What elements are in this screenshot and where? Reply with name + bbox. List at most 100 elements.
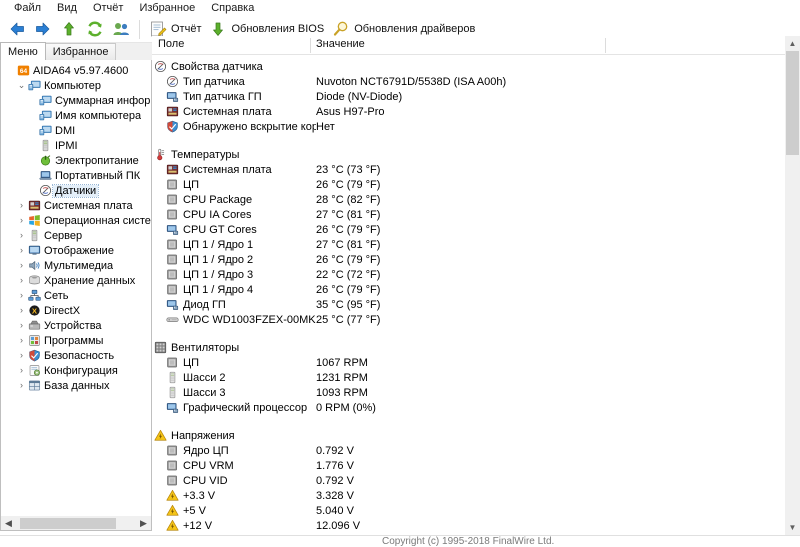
tree-item-16[interactable]: ›XDirectX <box>3 303 151 318</box>
section-header-temperatures[interactable]: Температуры <box>152 147 800 162</box>
tree-item-0[interactable]: 64AIDA64 v5.97.4600 <box>3 63 151 78</box>
column-divider-2[interactable] <box>605 38 606 53</box>
tree-item-6[interactable]: Электропитание <box>3 153 151 168</box>
column-header-field[interactable]: Поле <box>158 38 184 50</box>
sensor-row[interactable]: ЦП 1 / Ядро 322 °C (72 °F) <box>152 267 800 282</box>
chevron-right-icon[interactable]: › <box>16 333 27 348</box>
chevron-right-icon[interactable]: › <box>16 243 27 258</box>
tree-horizontal-scrollbar[interactable]: ◀ ▶ <box>0 516 152 531</box>
menu-report[interactable]: Отчёт <box>85 0 131 16</box>
sensor-row[interactable]: Шасси 31093 RPM <box>152 385 800 400</box>
users-button[interactable] <box>108 17 134 41</box>
tree-item-13[interactable]: ›Мультимедиа <box>3 258 151 273</box>
content-vertical-scrollbar[interactable]: ▲ ▼ <box>785 36 800 535</box>
hscroll-track[interactable] <box>16 517 136 530</box>
vscroll-thumb[interactable] <box>786 51 799 155</box>
sensor-row[interactable]: ЦП26 °C (79 °F) <box>152 177 800 192</box>
tree-item-15[interactable]: ›Сеть <box>3 288 151 303</box>
tree-item-5[interactable]: IPMI <box>3 138 151 153</box>
sensor-row[interactable]: Диод ГП35 °C (95 °F) <box>152 297 800 312</box>
chevron-right-icon[interactable]: › <box>16 318 27 333</box>
sensor-row[interactable]: Обнаружено вскрытие кор...Нет <box>152 119 800 134</box>
up-button[interactable] <box>56 17 82 41</box>
tab-menu[interactable]: Меню <box>0 42 46 60</box>
sensor-row[interactable]: Системная плата23 °C (73 °F) <box>152 162 800 177</box>
tree-item-14[interactable]: ›Хранение данных <box>3 273 151 288</box>
chevron-right-icon[interactable]: › <box>16 378 27 393</box>
driver-updates-label: Обновления драйверов <box>354 23 475 35</box>
refresh-button[interactable] <box>82 17 108 41</box>
sensor-row[interactable]: Графический процессор0 RPM (0%) <box>152 400 800 415</box>
tree-item-9[interactable]: ›Системная плата <box>3 198 151 213</box>
tree-item-11[interactable]: ›Сервер <box>3 228 151 243</box>
tree-item-1[interactable]: ⌄Компьютер <box>3 78 151 93</box>
sensor-row[interactable]: +3.3 V3.328 V <box>152 488 800 503</box>
section-header-sensor-properties[interactable]: Свойства датчика <box>152 59 800 74</box>
chevron-right-icon[interactable]: › <box>16 288 27 303</box>
tree-item-4[interactable]: DMI <box>3 123 151 138</box>
sensor-row[interactable]: WDC WD1003FZEX-00MK2A025 °C (77 °F) <box>152 312 800 327</box>
scroll-left-icon[interactable]: ◀ <box>1 517 16 530</box>
chevron-right-icon[interactable]: › <box>16 213 27 228</box>
sensor-row[interactable]: Ядро ЦП0.792 V <box>152 443 800 458</box>
chevron-right-icon[interactable]: › <box>16 198 27 213</box>
tree-item-20[interactable]: ›Конфигурация <box>3 363 151 378</box>
sensor-row[interactable]: CPU GT Cores26 °C (79 °F) <box>152 222 800 237</box>
sensor-row[interactable]: ЦП 1 / Ядро 127 °C (81 °F) <box>152 237 800 252</box>
voltage-warning-icon <box>164 519 180 532</box>
sensor-row[interactable]: CPU VID0.792 V <box>152 473 800 488</box>
server-icon <box>38 139 53 152</box>
column-divider-1[interactable] <box>310 38 311 53</box>
sensor-row[interactable]: ЦП1067 RPM <box>152 355 800 370</box>
copyright-text: Copyright (c) 1995-2018 FinalWire Ltd. <box>382 536 554 547</box>
chevron-right-icon[interactable]: › <box>16 303 27 318</box>
hscroll-thumb[interactable] <box>20 518 116 529</box>
section-header-voltages[interactable]: Напряжения <box>152 428 800 443</box>
tree-item-12[interactable]: ›Отображение <box>3 243 151 258</box>
sensor-row[interactable]: +5 V5.040 V <box>152 503 800 518</box>
sensor-row[interactable]: Шасси 21231 RPM <box>152 370 800 385</box>
tab-favorites[interactable]: Избранное <box>45 43 117 60</box>
sensor-row[interactable]: +12 V12.096 V <box>152 518 800 533</box>
chevron-right-icon[interactable]: › <box>16 228 27 243</box>
forward-button[interactable] <box>30 17 56 41</box>
back-button[interactable] <box>4 17 30 41</box>
tree-item-7[interactable]: Портативный ПК <box>3 168 151 183</box>
tree-item-2[interactable]: Суммарная информация <box>3 93 151 108</box>
chevron-right-icon[interactable]: › <box>16 273 27 288</box>
menu-file[interactable]: Файл <box>6 0 49 16</box>
menu-view[interactable]: Вид <box>49 0 85 16</box>
scroll-right-icon[interactable]: ▶ <box>136 517 151 530</box>
tree-item-17[interactable]: ›Устройства <box>3 318 151 333</box>
chevron-down-icon[interactable]: ⌄ <box>16 78 27 93</box>
sensor-row[interactable]: CPU Package28 °C (82 °F) <box>152 192 800 207</box>
sensor-row[interactable]: CPU IA Cores27 °C (81 °F) <box>152 207 800 222</box>
sensor-row[interactable]: CPU VRM1.776 V <box>152 458 800 473</box>
section-header-fans[interactable]: Вентиляторы <box>152 340 800 355</box>
navigation-tree-panel[interactable]: 64AIDA64 v5.97.4600⌄КомпьютерСуммарная и… <box>0 60 152 530</box>
cpu-icon <box>164 178 180 191</box>
menu-favorites[interactable]: Избранное <box>131 0 203 16</box>
scroll-down-icon[interactable]: ▼ <box>785 520 800 535</box>
sensor-row[interactable]: ЦП 1 / Ядро 226 °C (79 °F) <box>152 252 800 267</box>
tree-item-21[interactable]: ›База данных <box>3 378 151 393</box>
sensor-row[interactable]: Тип датчика ГПDiode (NV-Diode) <box>152 89 800 104</box>
menu-help[interactable]: Справка <box>203 0 262 16</box>
tree-item-3[interactable]: Имя компьютера <box>3 108 151 123</box>
scroll-up-icon[interactable]: ▲ <box>785 36 800 51</box>
tree-item-10[interactable]: ›Операционная система <box>3 213 151 228</box>
tree-item-19[interactable]: ›Безопасность <box>3 348 151 363</box>
chevron-right-icon[interactable]: › <box>16 348 27 363</box>
sensor-row[interactable]: Системная платаAsus H97-Pro <box>152 104 800 119</box>
column-header-value[interactable]: Значение <box>316 38 365 50</box>
tree-item-18[interactable]: ›Программы <box>3 333 151 348</box>
sensor-row[interactable]: Тип датчикаNuvoton NCT6791D/5538D (ISA A… <box>152 74 800 89</box>
sensor-icon <box>152 60 168 73</box>
status-bar: Copyright (c) 1995-2018 FinalWire Ltd. <box>0 535 800 547</box>
sensor-row[interactable]: ЦП 1 / Ядро 426 °C (79 °F) <box>152 282 800 297</box>
tree-item-8[interactable]: Датчики <box>3 183 151 198</box>
chevron-right-icon[interactable]: › <box>16 363 27 378</box>
vscroll-track[interactable] <box>785 51 800 520</box>
users-icon <box>112 20 130 38</box>
chevron-right-icon[interactable]: › <box>16 258 27 273</box>
